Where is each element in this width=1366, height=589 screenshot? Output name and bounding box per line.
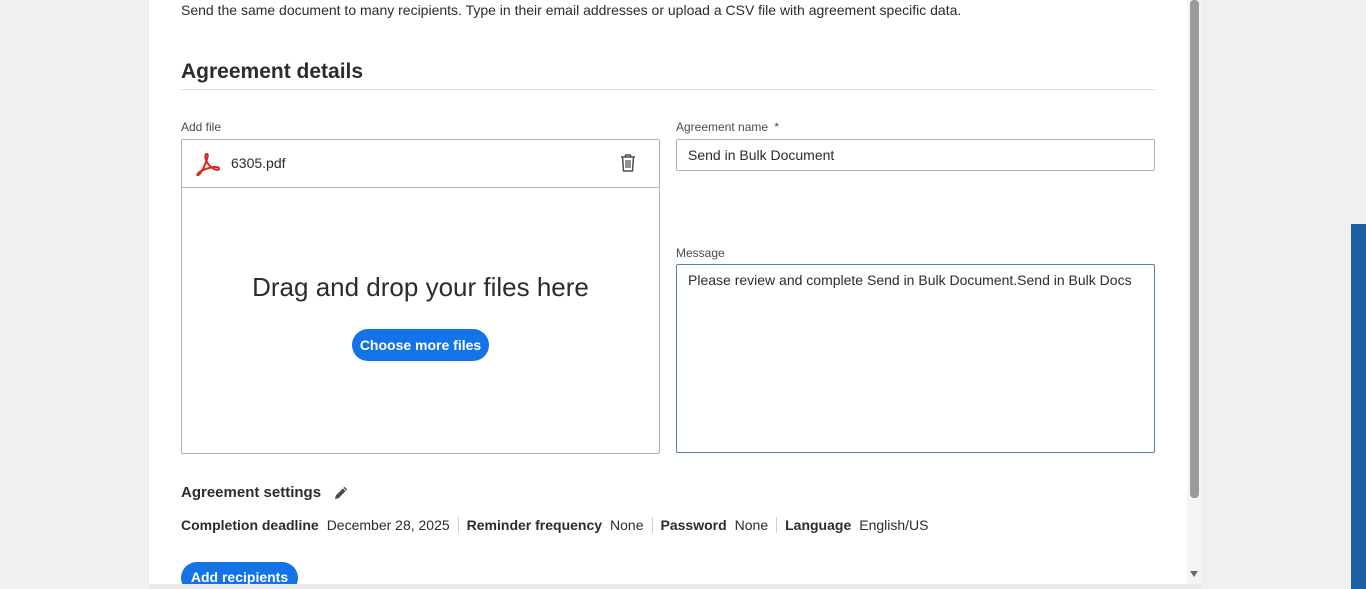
agreement-name-label: Agreement name *: [676, 120, 779, 134]
add-file-label: Add file: [181, 120, 222, 134]
setting-completion-deadline: Completion deadline December 28, 2025: [181, 517, 450, 533]
pdf-icon: [196, 153, 220, 176]
setting-divider: [776, 517, 778, 533]
agreement-settings-title: Agreement settings: [181, 484, 322, 501]
setting-reminder-frequency: Reminder frequency None: [467, 517, 644, 533]
setting-key: Reminder frequency: [466, 517, 603, 533]
pencil-icon[interactable]: [332, 484, 350, 502]
message-label: Message: [676, 246, 725, 260]
file-row: 6305.pdf: [182, 140, 659, 188]
scroll-down-arrow-icon[interactable]: [1189, 570, 1199, 578]
setting-key: Completion deadline: [181, 517, 319, 533]
required-marker: *: [774, 120, 780, 134]
intro-text: Send the same document to many recipient…: [181, 2, 962, 18]
bottom-edge: [149, 584, 1201, 589]
setting-divider: [457, 517, 459, 533]
file-drop-zone[interactable]: 6305.pdf Drag and drop your files here C…: [181, 139, 660, 454]
agreement-name-input[interactable]: [676, 139, 1155, 171]
setting-value: December 28, 2025: [326, 517, 450, 533]
trash-icon[interactable]: [619, 153, 637, 173]
agreement-name-label-text: Agreement name: [676, 120, 769, 134]
setting-value: English/US: [859, 517, 929, 533]
setting-language: Language English/US: [785, 517, 928, 533]
message-textarea[interactable]: Please review and complete Send in Bulk …: [676, 264, 1155, 453]
side-panel-strip: [1351, 224, 1366, 589]
agreement-settings-summary: Completion deadline December 28, 2025 Re…: [181, 517, 929, 533]
setting-key: Password: [660, 517, 727, 533]
choose-more-files-button[interactable]: Choose more files: [352, 329, 489, 361]
setting-divider: [651, 517, 653, 533]
file-name: 6305.pdf: [231, 155, 286, 171]
agreement-details-title: Agreement details: [181, 60, 364, 83]
drop-zone-text: Drag and drop your files here: [252, 272, 589, 302]
scrollbar-thumb[interactable]: [1190, 0, 1199, 498]
setting-password: Password None: [661, 517, 769, 533]
section-divider: [181, 89, 1155, 90]
setting-value: None: [734, 517, 769, 533]
setting-key: Language: [785, 517, 852, 533]
setting-value: None: [610, 517, 644, 533]
